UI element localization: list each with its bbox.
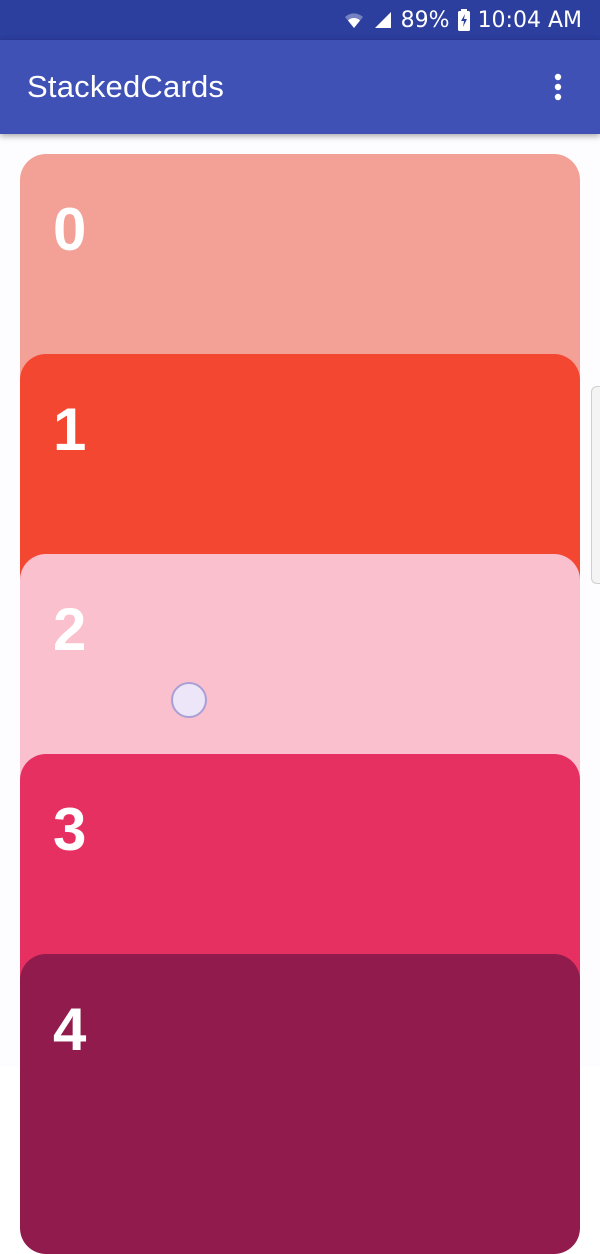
app-bar: StackedCards [0, 40, 600, 134]
overflow-menu-button[interactable] [538, 67, 578, 107]
status-time: 10:04 AM [477, 7, 582, 33]
page-title: StackedCards [27, 69, 225, 104]
status-bar: 89% 10:04 AM [0, 0, 600, 40]
card-number: 1 [53, 396, 87, 463]
card-number: 2 [53, 596, 87, 663]
touch-indicator [171, 682, 207, 718]
card-4[interactable]: 4 [20, 954, 580, 1254]
card-number: 4 [53, 996, 87, 1063]
card-number: 0 [53, 196, 87, 263]
wifi-icon [343, 10, 365, 30]
more-vert-icon [554, 73, 562, 101]
card-number: 3 [53, 796, 87, 863]
edge-panel-handle[interactable] [591, 386, 600, 584]
card-stack[interactable]: 0 1 2 3 4 [0, 134, 600, 1254]
cell-signal-icon [373, 10, 393, 30]
battery-charging-icon [457, 9, 470, 31]
battery-percent: 89% [400, 7, 450, 33]
